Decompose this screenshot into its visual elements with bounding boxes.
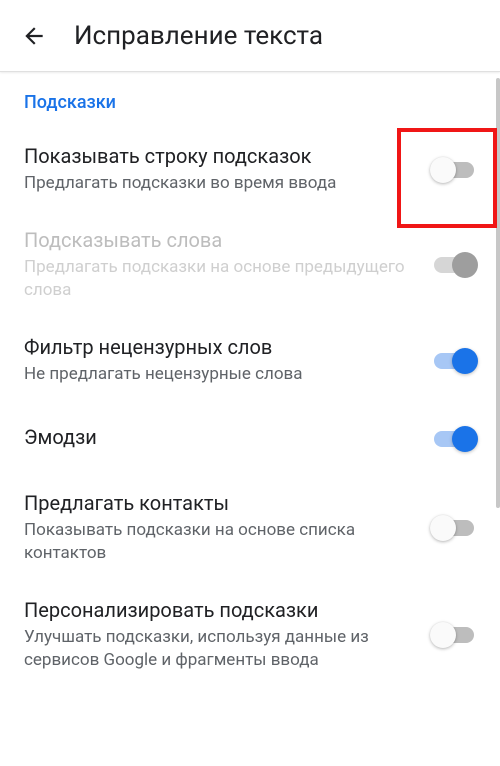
app-header: Исправление текста xyxy=(0,0,500,72)
setting-text: Показывать строку подсказок Предлагать п… xyxy=(24,143,432,195)
toggle-predict-words xyxy=(432,252,476,276)
setting-predict-words: Подсказывать слова Предлагать подсказки … xyxy=(0,211,500,318)
settings-list: Подсказки Показывать строку подсказок Пр… xyxy=(0,72,500,688)
section-label-suggestions: Подсказки xyxy=(0,72,500,127)
setting-title: Подсказывать слова xyxy=(24,227,420,254)
toggle-thumb xyxy=(452,252,478,278)
toggle-emoji[interactable] xyxy=(432,426,476,450)
scrollbar[interactable] xyxy=(496,78,500,508)
setting-title: Предлагать контакты xyxy=(24,490,420,517)
toggle-profanity-filter[interactable] xyxy=(432,348,476,372)
setting-show-suggestions[interactable]: Показывать строку подсказок Предлагать п… xyxy=(0,127,500,211)
setting-text: Персонализировать подсказки Улучшать под… xyxy=(24,597,432,672)
setting-emoji[interactable]: Эмодзи xyxy=(0,402,500,474)
toggle-show-suggestions[interactable] xyxy=(432,157,476,181)
setting-subtitle: Предлагать подсказки во время ввода xyxy=(24,172,420,195)
setting-subtitle: Улучшать подсказки, используя данные из … xyxy=(24,626,420,672)
setting-subtitle: Не предлагать нецензурные слова xyxy=(24,363,420,386)
setting-text: Фильтр нецензурных слов Не предлагать не… xyxy=(24,334,432,386)
arrow-back-icon xyxy=(21,23,47,49)
setting-text: Подсказывать слова Предлагать подсказки … xyxy=(24,227,432,302)
toggle-thumb xyxy=(452,426,478,452)
setting-title: Фильтр нецензурных слов xyxy=(24,334,420,361)
setting-subtitle: Показывать подсказки на основе списка ко… xyxy=(24,519,420,565)
setting-suggest-contacts[interactable]: Предлагать контакты Показывать подсказки… xyxy=(0,474,500,581)
toggle-thumb xyxy=(430,515,456,541)
setting-title: Эмодзи xyxy=(24,424,420,451)
back-button[interactable] xyxy=(18,20,50,52)
toggle-thumb xyxy=(430,622,456,648)
toggle-suggest-contacts[interactable] xyxy=(432,515,476,539)
setting-title: Персонализировать подсказки xyxy=(24,597,420,624)
setting-text: Предлагать контакты Показывать подсказки… xyxy=(24,490,432,565)
setting-title: Показывать строку подсказок xyxy=(24,143,420,170)
toggle-thumb xyxy=(430,157,456,183)
setting-subtitle: Предлагать подсказки на основе предыдуще… xyxy=(24,256,420,302)
page-title: Исправление текста xyxy=(74,21,323,51)
setting-personalize[interactable]: Персонализировать подсказки Улучшать под… xyxy=(0,581,500,688)
toggle-thumb xyxy=(452,348,478,374)
toggle-personalize[interactable] xyxy=(432,622,476,646)
setting-profanity-filter[interactable]: Фильтр нецензурных слов Не предлагать не… xyxy=(0,318,500,402)
setting-text: Эмодзи xyxy=(24,424,432,451)
